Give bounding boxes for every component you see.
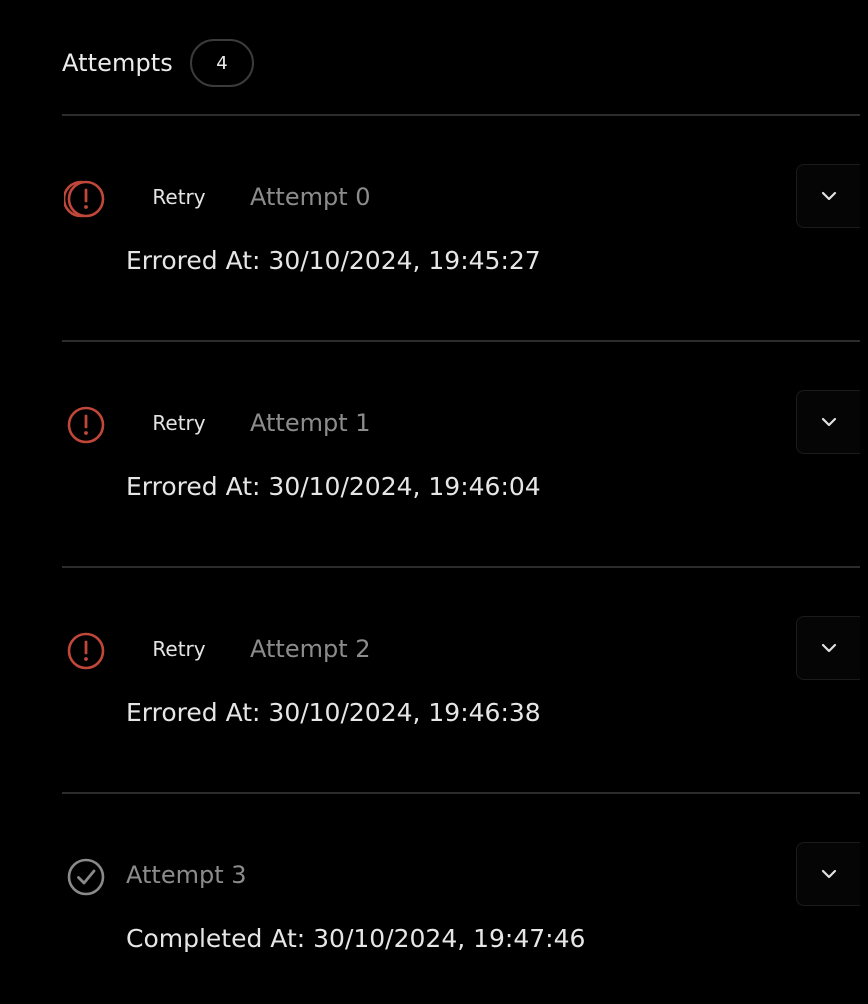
chevron-down-icon bbox=[821, 191, 836, 201]
expand-button[interactable] bbox=[796, 616, 860, 680]
expand-button[interactable] bbox=[796, 164, 860, 228]
attempts-title: Attempts bbox=[62, 49, 173, 77]
retry-button[interactable]: Retry bbox=[131, 404, 227, 442]
attempts-header: Attempts 4 bbox=[62, 37, 254, 89]
divider bbox=[62, 792, 860, 794]
attempt-timestamp: Errored At: 30/10/2024, 19:46:38 bbox=[126, 698, 541, 727]
error-circle-exclamation-icon bbox=[64, 403, 108, 447]
attempt-label: Attempt 2 bbox=[250, 635, 371, 663]
attempt-timestamp: Errored At: 30/10/2024, 19:46:04 bbox=[126, 472, 541, 501]
divider bbox=[62, 566, 860, 568]
attempt-label: Attempt 3 bbox=[126, 861, 247, 889]
attempt-timestamp: Errored At: 30/10/2024, 19:45:27 bbox=[126, 246, 541, 275]
chevron-down-icon bbox=[821, 643, 836, 653]
check-circle-icon bbox=[64, 855, 108, 899]
attempt-item: Attempt 3 Completed At: 30/10/2024, 19:4… bbox=[0, 842, 868, 982]
error-circle-exclamation-icon bbox=[62, 177, 108, 221]
retry-button[interactable]: Retry bbox=[131, 630, 227, 668]
error-circle-exclamation-icon bbox=[64, 629, 108, 673]
divider bbox=[62, 114, 860, 116]
attempt-item: Retry Attempt 0 Errored At: 30/10/2024, … bbox=[0, 164, 868, 304]
divider bbox=[62, 340, 860, 342]
expand-button[interactable] bbox=[796, 842, 860, 906]
attempt-timestamp: Completed At: 30/10/2024, 19:47:46 bbox=[126, 924, 586, 953]
chevron-down-icon bbox=[821, 417, 836, 427]
retry-button[interactable]: Retry bbox=[131, 178, 227, 216]
attempt-item: Retry Attempt 1 Errored At: 30/10/2024, … bbox=[0, 390, 868, 530]
attempt-label: Attempt 1 bbox=[250, 409, 371, 437]
attempt-label: Attempt 0 bbox=[250, 183, 371, 211]
chevron-down-icon bbox=[821, 869, 836, 879]
attempts-count-badge: 4 bbox=[189, 39, 254, 87]
attempt-item: Retry Attempt 2 Errored At: 30/10/2024, … bbox=[0, 616, 868, 756]
expand-button[interactable] bbox=[796, 390, 860, 454]
